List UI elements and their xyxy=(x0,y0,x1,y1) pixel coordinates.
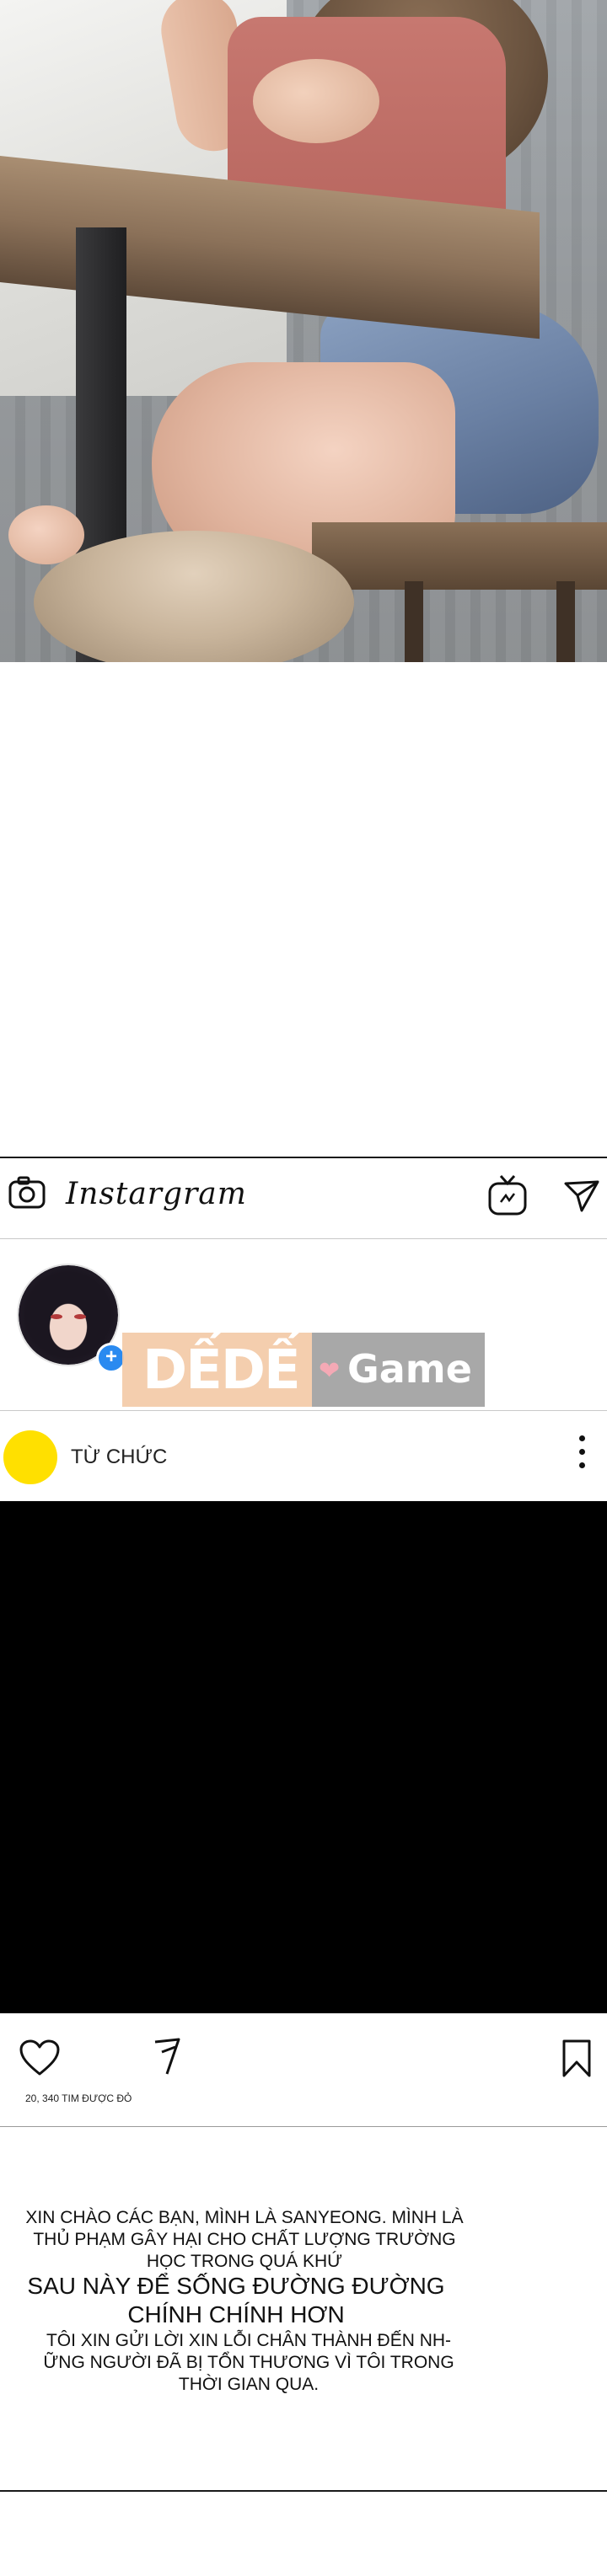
chair-leg-shape xyxy=(405,581,423,662)
watermark-left: DẾDẾ xyxy=(122,1333,312,1407)
post-caption: XIN CHÀO CÁC BẠN, MÌNH LÀ SANYEONG. MÌNH… xyxy=(0,2146,607,2500)
app-header: Instargram xyxy=(0,1158,607,1238)
caption-line: THỦ PHẠM GÂY HẠI CHO CHẤT LƯỢNG TRƯỜNG xyxy=(33,2230,456,2249)
divider xyxy=(0,1238,607,1239)
watermark: DẾDẾ ❤ Game xyxy=(122,1333,485,1407)
divider xyxy=(0,1410,607,1411)
divider xyxy=(0,2490,607,2492)
post-username[interactable]: TỪ CHỨC xyxy=(71,1446,167,1469)
caption-line: THỜI GIAN QUA. xyxy=(178,2375,320,2394)
caption-line: XIN CHÀO CÁC BẠN, MÌNH LÀ SANYEONG. MÌNH… xyxy=(25,2208,464,2227)
divider xyxy=(0,2126,607,2127)
like-heart-icon[interactable] xyxy=(19,2039,61,2077)
avatar-eye xyxy=(74,1314,86,1319)
chest-shape xyxy=(253,59,379,143)
watermark-right: ❤ Game xyxy=(312,1333,485,1407)
app-brand: Instargram xyxy=(66,1177,247,1211)
post-image[interactable] xyxy=(0,1501,607,2013)
caption-line: CHÍNH CHÍNH HƠN xyxy=(127,2301,345,2327)
post-header: TỪ CHỨC xyxy=(0,1412,607,1496)
more-options-icon[interactable] xyxy=(577,1435,587,1474)
caption-line: TÔI XIN GỬI LỜI XIN LỖI CHÂN THÀNH ĐẾN N… xyxy=(46,2331,452,2350)
heart-icon: ❤ xyxy=(319,1357,341,1385)
comic-panel-illustration xyxy=(0,0,607,662)
chair-seat-shape xyxy=(312,522,607,590)
stool-shape xyxy=(34,531,354,662)
caption-line: SAU NÀY ĐỂ SỐNG ĐƯỜNG ĐƯỜNG xyxy=(27,2273,445,2299)
caption-line: ỮNG NGƯỜI ĐÃ BỊ TỔN THƯƠNG VÌ TÔI TRONG xyxy=(43,2353,454,2372)
igtv-icon[interactable] xyxy=(487,1173,528,1216)
caption-line: HỌC TRONG QUÁ KHỨ xyxy=(146,2252,343,2271)
chair-leg-shape xyxy=(556,581,575,662)
share-icon[interactable] xyxy=(150,2037,184,2077)
avatar-eye xyxy=(51,1314,62,1319)
camera-icon[interactable] xyxy=(8,1175,46,1209)
watermark-right-text: Game xyxy=(347,1346,472,1392)
watermark-left-text: DẾDẾ xyxy=(142,1339,301,1402)
send-icon[interactable] xyxy=(563,1178,600,1212)
likes-count: 20, 340 TIM ĐƯỢC ĐỎ xyxy=(25,2092,132,2104)
post-actions: 20, 340 TIM ĐƯỢC ĐỎ xyxy=(0,2013,607,2123)
story-row: + DẾDẾ ❤ Game xyxy=(0,1240,607,1408)
post-avatar[interactable] xyxy=(3,1430,57,1484)
bookmark-icon[interactable] xyxy=(560,2039,594,2079)
